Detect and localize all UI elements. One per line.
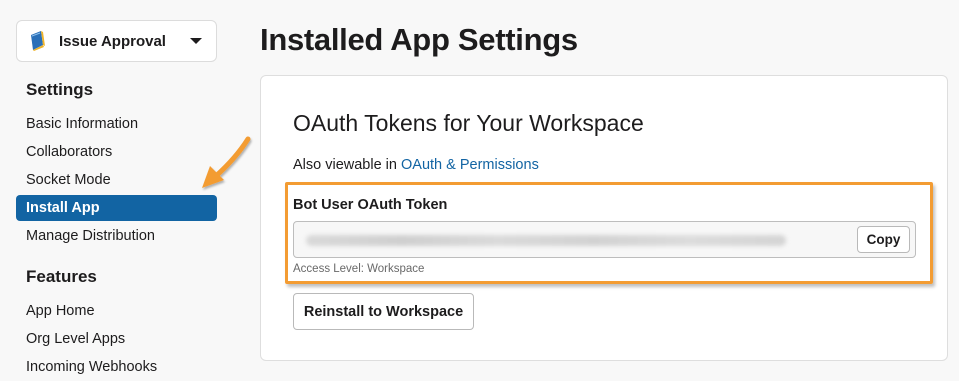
viewable-in-line: Also viewable in OAuth & Permissions — [293, 157, 539, 173]
arrow-icon — [202, 136, 251, 188]
sidebar-item-install-app[interactable]: Install App — [16, 195, 217, 221]
sidebar-item-org-level-apps[interactable]: Org Level Apps — [16, 326, 217, 352]
sidebar-item-collaborators[interactable]: Collaborators — [16, 139, 217, 165]
sidebar-item-socket-mode[interactable]: Socket Mode — [16, 167, 217, 193]
sidebar-item-manage-distribution[interactable]: Manage Distribution — [16, 223, 217, 249]
sidebar-section-settings: Settings — [26, 80, 94, 99]
viewable-in-prefix: Also viewable in — [293, 157, 397, 173]
highlight-annotation — [285, 182, 933, 284]
sidebar-item-basic-information[interactable]: Basic Information — [16, 111, 217, 137]
sidebar-item-app-home[interactable]: App Home — [16, 298, 217, 324]
sidebar-item-incoming-webhooks[interactable]: Incoming Webhooks — [16, 354, 217, 380]
chevron-down-icon — [190, 38, 202, 44]
app-book-icon — [29, 30, 49, 52]
card-title: OAuth Tokens for Your Workspace — [293, 110, 644, 136]
oauth-permissions-link[interactable]: OAuth & Permissions — [401, 157, 539, 173]
app-name: Issue Approval — [59, 32, 166, 50]
reinstall-button[interactable]: Reinstall to Workspace — [293, 293, 474, 330]
page-title: Installed App Settings — [260, 22, 578, 57]
sidebar-section-features: Features — [26, 267, 97, 286]
app-picker[interactable]: Issue Approval — [16, 20, 217, 62]
